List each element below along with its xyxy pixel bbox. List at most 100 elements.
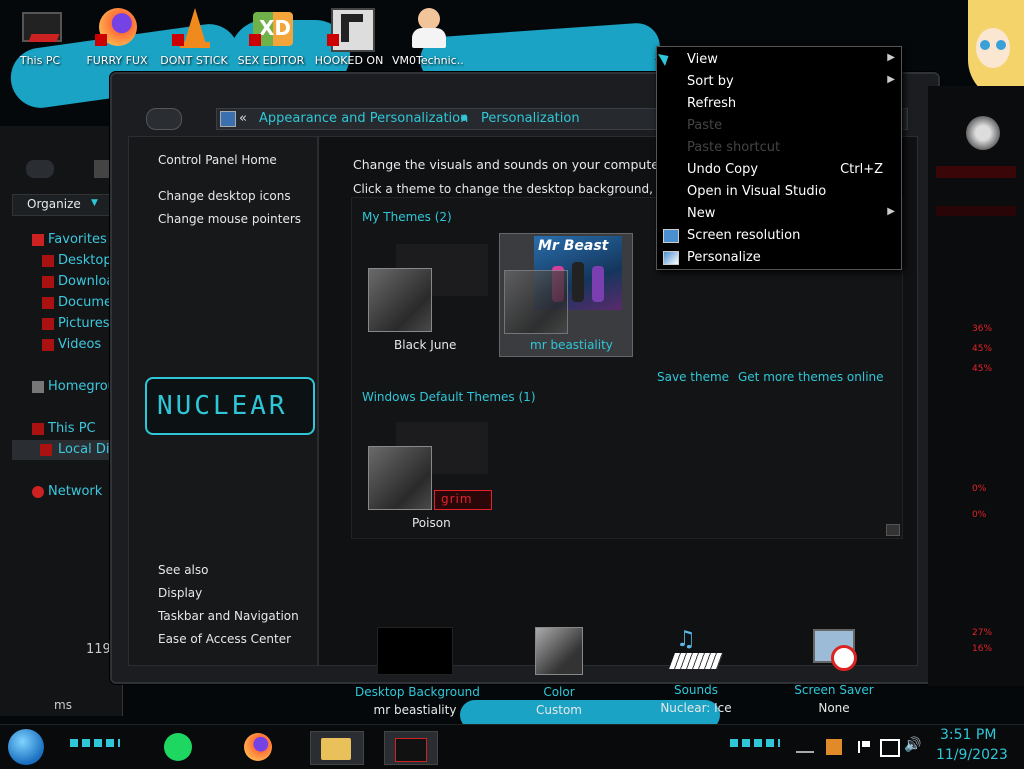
- link-control-panel-home[interactable]: Control Panel Home: [158, 153, 277, 167]
- see-also-label: See also: [158, 563, 209, 577]
- nav-local-disk-selected[interactable]: Local Dis: [12, 440, 122, 460]
- theme-mr-beastiality-selected[interactable]: Mr Beast mr beastiality: [499, 233, 633, 357]
- color-setting[interactable]: Color Custom: [499, 627, 619, 717]
- menu-item-paste: Paste: [687, 118, 723, 133]
- network-icon: [32, 486, 44, 498]
- get-more-themes-link[interactable]: Get more themes online: [738, 370, 884, 384]
- folder-icon: [321, 738, 351, 760]
- theme-badge: grim: [434, 490, 492, 510]
- theme-black-june[interactable]: Black June: [362, 234, 492, 358]
- item-count: 119: [86, 642, 111, 657]
- desktop-icon-furry-fux[interactable]: FURRY FUX: [81, 6, 153, 67]
- desktop-background-setting[interactable]: Desktop Background mr beastiality: [355, 627, 480, 717]
- gadget-value: 27%: [972, 628, 993, 638]
- spotify-icon: [164, 733, 192, 761]
- gadget-value: 45%: [972, 344, 993, 354]
- screen-saver-setting[interactable]: Screen Saver None: [774, 627, 894, 715]
- theme-poison[interactable]: grim Poison: [362, 416, 502, 536]
- taskbar-personalization[interactable]: [384, 731, 438, 765]
- favorites-star-icon: [32, 234, 44, 246]
- documents-icon: [42, 297, 54, 309]
- nav-desktop[interactable]: Desktop: [42, 253, 112, 268]
- explorer-window-background[interactable]: Organize ▼ Favorites Desktop Downloac Do…: [0, 126, 124, 716]
- vlc-cone-icon: [172, 6, 216, 50]
- menu-item-screen-resolution[interactable]: Screen resolution: [657, 225, 901, 247]
- breadcrumb-appearance[interactable]: Appearance and Personalization: [259, 111, 468, 126]
- screen-resolution-icon: [663, 229, 679, 243]
- cursor-pointer-icon: [658, 49, 672, 67]
- menu-item-refresh[interactable]: Refresh: [657, 93, 901, 115]
- firefox-icon: [244, 733, 272, 761]
- gadget-value: 45%: [972, 364, 993, 374]
- desktop-icon-dont-stick[interactable]: DONT STICK: [158, 6, 230, 67]
- link-ease-of-access[interactable]: Ease of Access Center: [158, 632, 291, 646]
- personalize-icon: [663, 251, 679, 265]
- desktop-icon-this-pc[interactable]: This PC: [4, 6, 76, 67]
- desktop-context-menu[interactable]: View ▶ Sort by ▶ Refresh Paste Paste sho…: [656, 46, 902, 270]
- alien-logo-icon: [966, 116, 1000, 150]
- menu-item-personalize[interactable]: Personalize: [657, 247, 901, 269]
- submenu-arrow-icon: ▶: [887, 74, 895, 85]
- taskbar-decoration-right: [730, 739, 780, 747]
- game-icon: [327, 6, 375, 52]
- chevron-down-icon: ▼: [91, 198, 98, 208]
- menu-item-sort-by[interactable]: Sort by ▶: [657, 71, 901, 93]
- menu-item-undo-copy[interactable]: Undo Copy Ctrl+Z: [657, 159, 901, 181]
- scroll-down-button[interactable]: [886, 524, 900, 536]
- link-change-desktop-icons[interactable]: Change desktop icons: [158, 189, 291, 203]
- desktop-icon-hooked-on[interactable]: HOOKED ON: [313, 6, 385, 67]
- nav-videos[interactable]: Videos: [42, 337, 101, 352]
- color-swatch-icon: [535, 627, 583, 675]
- doctor-icon: [406, 6, 450, 50]
- taskbar-spotify[interactable]: [160, 731, 200, 763]
- breadcrumb-personalization[interactable]: Personalization: [481, 111, 580, 126]
- desktop-icon-sex-editor[interactable]: XD SEX EDITOR: [235, 6, 307, 67]
- organize-button[interactable]: Organize ▼: [12, 194, 122, 216]
- network-tray-icon[interactable]: [880, 739, 900, 757]
- link-display[interactable]: Display: [158, 586, 202, 600]
- start-button[interactable]: [8, 729, 44, 765]
- link-change-mouse-pointers[interactable]: Change mouse pointers: [158, 212, 301, 226]
- window-logo-icon: [146, 108, 182, 130]
- taskbar: 🔊 3:51 PM 11/9/2023: [0, 724, 1024, 769]
- system-monitor-gadget: 36% 45% 45% 0% 0% 27% 16%: [928, 86, 1024, 686]
- theme-window-preview: [368, 446, 432, 510]
- nav-pictures[interactable]: Pictures: [42, 316, 109, 331]
- taskbar-file-explorer[interactable]: [310, 731, 364, 765]
- status-text: ms: [54, 698, 72, 712]
- cartoon-character-top: [968, 0, 1024, 100]
- save-theme-link[interactable]: Save theme: [657, 370, 729, 384]
- clock-date[interactable]: 11/9/2023: [936, 747, 1008, 763]
- action-center-flag-icon[interactable]: [858, 741, 870, 753]
- firefox-icon: [95, 6, 139, 50]
- menu-item-view[interactable]: View ▶: [657, 49, 901, 71]
- taskbar-decoration-left: [70, 739, 120, 747]
- gadget-value: 0%: [972, 510, 987, 520]
- computer-icon: [32, 423, 44, 435]
- clock-time[interactable]: 3:51 PM: [940, 727, 996, 743]
- gadget-value: 0%: [972, 484, 987, 494]
- taskbar-firefox[interactable]: [240, 731, 280, 763]
- link-taskbar-navigation[interactable]: Taskbar and Navigation: [158, 609, 299, 623]
- nav-network[interactable]: Network: [32, 484, 102, 499]
- nav-back-icon[interactable]: [26, 160, 54, 178]
- sounds-setting[interactable]: ♫ Sounds Nuclear: Ice: [636, 627, 756, 715]
- menu-item-open-visual-studio[interactable]: Open in Visual Studio: [657, 181, 901, 203]
- this-pc-icon: [18, 6, 62, 50]
- desktop-background-icon: [377, 627, 453, 675]
- submenu-arrow-icon: ▶: [887, 52, 895, 63]
- show-hidden-icons-button[interactable]: [796, 741, 814, 753]
- downloads-icon: [42, 276, 54, 288]
- desktop-icon-vm0technic[interactable]: VM0Technic...: [392, 6, 464, 67]
- volume-icon[interactable]: 🔊: [904, 737, 921, 753]
- nuclear-logo: NUCLEAR: [145, 377, 315, 435]
- gadget-value: 16%: [972, 644, 993, 654]
- nav-favorites[interactable]: Favorites: [32, 232, 107, 247]
- menu-item-new[interactable]: New ▶: [657, 203, 901, 225]
- nav-this-pc[interactable]: This PC: [32, 421, 96, 436]
- personalization-app-icon: [395, 738, 427, 762]
- xd-editor-icon: XD: [249, 6, 293, 50]
- tray-app-icon[interactable]: [826, 739, 842, 755]
- desktop-icon: [42, 255, 54, 267]
- screen-saver-icon: [811, 627, 857, 673]
